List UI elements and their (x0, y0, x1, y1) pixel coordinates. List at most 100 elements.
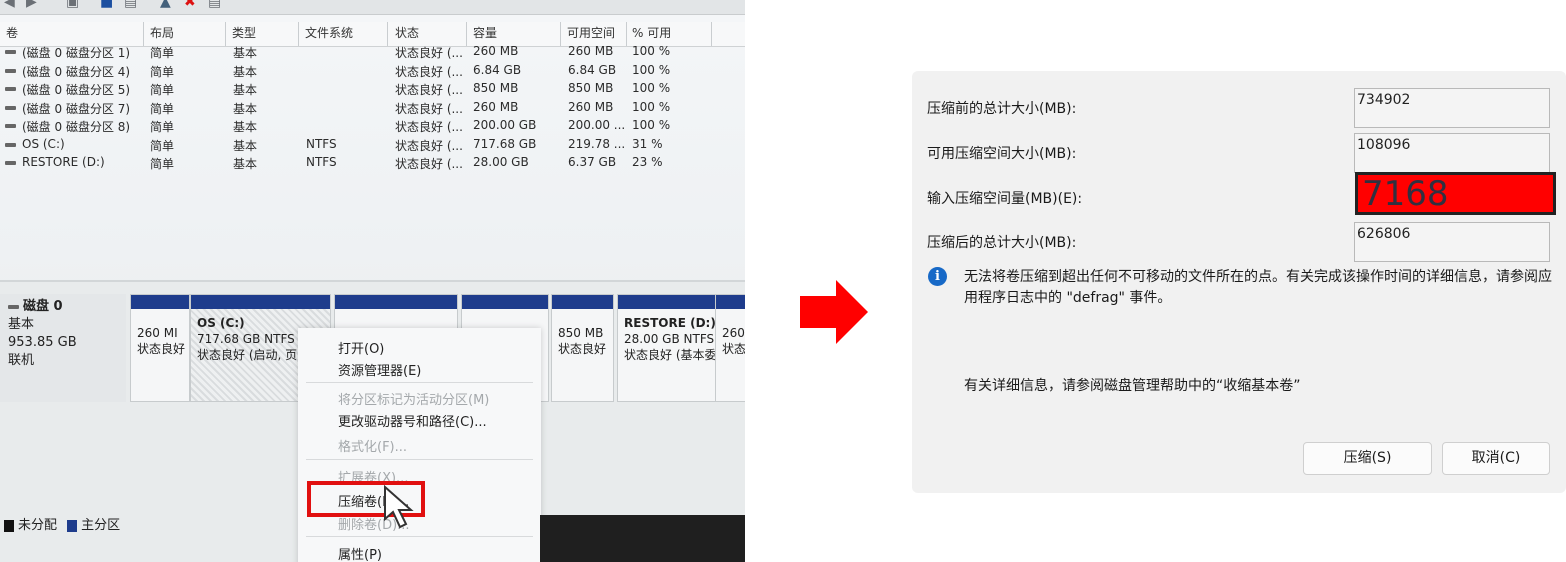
volume-capacity: 260 MB (473, 44, 519, 58)
disk-name: 磁盘 0 (23, 299, 63, 314)
volume-status: 状态良好 (... (395, 83, 463, 97)
volume-type: 基本 (233, 83, 258, 97)
volume-pct: 100 % (632, 44, 671, 58)
legend-unallocated: 未分配 (18, 518, 58, 533)
volume-icon (5, 87, 16, 91)
volume-layout: 简单 (150, 120, 175, 134)
col-pct-free[interactable]: % 可用 (632, 24, 671, 41)
disk-state: 联机 (8, 353, 35, 368)
shrink-amount-input[interactable] (1355, 172, 1556, 215)
menu-format: 格式化(F)... (338, 440, 408, 455)
volume-capacity: 260 MB (473, 99, 519, 114)
volume-icon (5, 161, 16, 165)
volume-row[interactable]: OS (C:) 简单 基本 NTFS 状态良好 (... 717.68 GB 219.78 … (0, 136, 745, 154)
col-status[interactable]: 状态 (395, 24, 419, 41)
col-volume[interactable]: 卷 (6, 24, 18, 41)
help-icon[interactable]: ■ (100, 0, 113, 10)
delete-icon[interactable]: ✖ (184, 0, 196, 10)
volume-capacity: 6.84 GB (473, 62, 522, 77)
menu-open[interactable]: 打开(O) (338, 338, 384, 357)
volume-pct: 100 % (632, 118, 671, 132)
volume-type: 基本 (233, 157, 258, 171)
volume-row[interactable]: (磁盘 0 磁盘分区 1) 简单 基本 状态良好 (... 260 MB 260 MB 10… (0, 43, 745, 61)
info-message: 无法将卷压缩到超出任何不可移动的文件所在的点。有关完成该操作时间的详细信息，请参… (964, 269, 1552, 306)
volume-row[interactable]: (磁盘 0 磁盘分区 7) 简单 基本 状态良好 (... 260 MB 260 MB 10… (0, 99, 745, 117)
partition-bar (335, 295, 457, 309)
disk-0-info[interactable]: 磁盘 0 基本 953.85 GB 联机 (0, 294, 126, 402)
partition-line3: 状态良好 (基本委 (624, 348, 717, 362)
menu-properties[interactable]: 属性(P) (338, 544, 382, 562)
partition-line2: 850 MB (558, 326, 604, 340)
partition-line2: 717.68 GB NTFS (197, 332, 295, 346)
volume-layout: 简单 (150, 83, 175, 97)
menu-change-letter[interactable]: 更改驱动器号和路径(C)... (338, 411, 487, 430)
properties-icon[interactable]: ▤ (124, 0, 137, 10)
legend-primary: 主分区 (81, 518, 121, 533)
shrink-button[interactable]: 压缩(S) (1303, 442, 1432, 475)
connect-icon[interactable]: ▲ (160, 0, 171, 10)
volume-free: 6.37 GB (568, 155, 617, 169)
volume-capacity: 850 MB (473, 81, 519, 95)
console-tree-icon[interactable]: ▣ (66, 0, 79, 10)
partition-block[interactable]: 850 MB 状态良好 (551, 294, 614, 402)
volume-free: 200.00 ... (568, 118, 626, 132)
volume-status: 状态良好 (... (395, 120, 463, 134)
volume-pct: 100 % (632, 99, 671, 114)
partition-line3: 状态良好 (137, 342, 186, 356)
volume-row[interactable]: (磁盘 0 磁盘分区 5) 简单 基本 状态良好 (... 850 MB 850 MB 10… (0, 80, 745, 98)
volume-layout: 简单 (150, 138, 175, 153)
partition-bar (552, 295, 613, 309)
partition-line1: RESTORE (D:) (624, 316, 716, 330)
forward-arrow-icon[interactable]: ▶ (26, 0, 37, 10)
volume-name: (磁盘 0 磁盘分区 7) (22, 101, 131, 116)
cancel-button[interactable]: 取消(C) (1442, 442, 1550, 475)
volume-type: 基本 (233, 101, 258, 116)
volume-status: 状态良好 (... (395, 46, 463, 60)
menu-explorer[interactable]: 资源管理器(E) (338, 360, 421, 379)
volume-pct: 100 % (632, 62, 671, 77)
volume-free: 260 MB (568, 99, 614, 114)
volume-pct: 23 % (632, 155, 663, 169)
available-field: 108096 (1354, 133, 1550, 173)
partition-line1: OS (C:) (197, 316, 245, 330)
volume-row[interactable]: (磁盘 0 磁盘分区 4) 简单 基本 状态良好 (... 6.84 GB 6.84 GB… (0, 62, 745, 80)
partition-block[interactable]: RESTORE (D:) 28.00 GB NTFS 状态良好 (基本委 (617, 294, 726, 402)
col-layout[interactable]: 布局 (150, 24, 174, 41)
mouse-cursor-icon (384, 485, 414, 529)
help-reference: 有关详细信息，请参阅磁盘管理帮助中的“收缩基本卷” (964, 378, 1301, 394)
shrink-amount-label: 输入压缩空间量(MB)(E): (927, 191, 1083, 207)
volume-name: OS (C:) (22, 136, 65, 151)
partition-block[interactable]: 260 MI 状态良好 (130, 294, 190, 402)
volume-capacity: 28.00 GB (473, 155, 529, 169)
available-label: 可用压缩空间大小(MB): (927, 146, 1077, 162)
partition-line3: 状态 (722, 342, 745, 356)
partition-block[interactable]: 260 状态 (715, 294, 745, 402)
volume-free: 260 MB (568, 44, 614, 58)
total-after-field: 626806 (1354, 222, 1550, 262)
volume-fs: NTFS (306, 155, 337, 169)
menu-mark-active: 将分区标记为活动分区(M) (338, 393, 490, 408)
col-type[interactable]: 类型 (232, 24, 256, 41)
volume-row[interactable]: (磁盘 0 磁盘分区 8) 简单 基本 状态良好 (... 200.00 GB 200.0… (0, 117, 745, 135)
disk-size: 953.85 GB (8, 335, 77, 350)
col-filesystem[interactable]: 文件系统 (305, 24, 353, 41)
list-icon[interactable]: ▤ (208, 0, 221, 10)
volume-name: (磁盘 0 磁盘分区 1) (22, 46, 131, 60)
col-free[interactable]: 可用空间 (567, 24, 615, 41)
partition-bar (462, 295, 548, 309)
volume-status: 状态良好 (... (395, 138, 463, 153)
col-capacity[interactable]: 容量 (473, 24, 497, 41)
volume-status: 状态良好 (... (395, 64, 463, 79)
volume-name: (磁盘 0 磁盘分区 8) (22, 120, 131, 134)
disk-type: 基本 (8, 317, 35, 332)
volume-name: (磁盘 0 磁盘分区 5) (22, 83, 131, 97)
volume-fs: NTFS (306, 136, 337, 151)
back-arrow-icon[interactable]: ◀ (4, 0, 15, 10)
volume-pct: 100 % (632, 81, 671, 95)
volume-type: 基本 (233, 46, 258, 60)
info-icon: i (928, 267, 947, 286)
volume-row[interactable]: RESTORE (D:) 简单 基本 NTFS 状态良好 (... 28.00 GB 6.3… (0, 154, 745, 172)
volume-layout: 简单 (150, 157, 175, 171)
volume-capacity: 200.00 GB (473, 118, 537, 132)
volume-name: (磁盘 0 磁盘分区 4) (22, 64, 131, 79)
